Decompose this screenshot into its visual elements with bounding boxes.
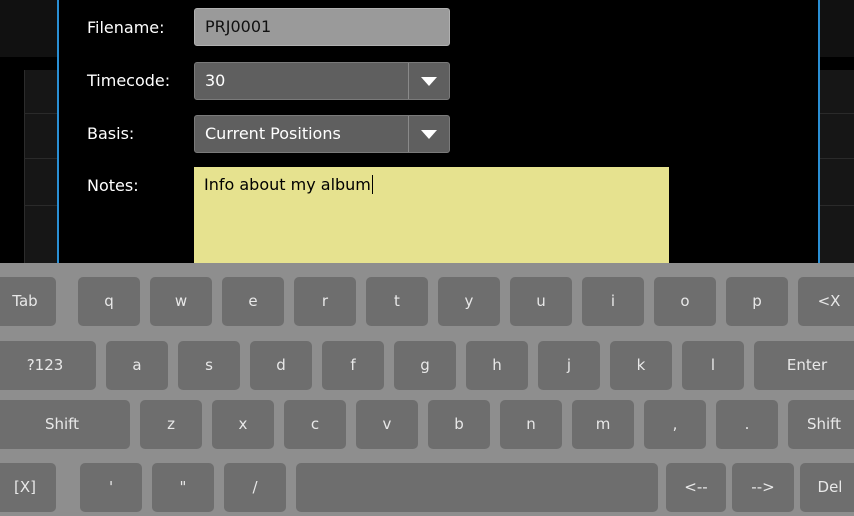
filename-value: PRJ0001 <box>205 17 272 36</box>
key-x[interactable]: x <box>212 400 274 449</box>
background-divider <box>24 205 57 206</box>
key-cursor-right[interactable]: --> <box>732 463 794 512</box>
key-shift-right[interactable]: Shift <box>788 400 854 449</box>
background-divider <box>820 158 854 159</box>
background-panel <box>820 70 854 263</box>
key-p[interactable]: p <box>726 277 788 326</box>
select-divider <box>408 63 409 99</box>
key-comma[interactable]: , <box>644 400 706 449</box>
key-s[interactable]: s <box>178 341 240 390</box>
key-b[interactable]: b <box>428 400 490 449</box>
key-n[interactable]: n <box>500 400 562 449</box>
key-u[interactable]: u <box>510 277 572 326</box>
background-panel <box>820 0 854 57</box>
key-numbers[interactable]: ?123 <box>0 341 96 390</box>
key-z[interactable]: z <box>140 400 202 449</box>
key-a[interactable]: a <box>106 341 168 390</box>
notes-textarea[interactable]: Info about my album <box>194 167 669 263</box>
background-divider <box>820 205 854 206</box>
dialog-right-border <box>818 0 820 263</box>
key-g[interactable]: g <box>394 341 456 390</box>
key-f[interactable]: f <box>322 341 384 390</box>
basis-label: Basis: <box>87 124 135 143</box>
key-slash[interactable]: / <box>224 463 286 512</box>
filename-label: Filename: <box>87 18 165 37</box>
key-c[interactable]: c <box>284 400 346 449</box>
timecode-select[interactable]: 30 <box>194 62 450 100</box>
on-screen-keyboard: Tab q w e r t y u i o p <X ?123 a s d f … <box>0 263 854 516</box>
project-form-panel: Filename: PRJ0001 Timecode: 30 Basis: Cu… <box>0 0 854 263</box>
timecode-value: 30 <box>205 71 226 90</box>
text-caret <box>371 175 373 194</box>
filename-field[interactable]: PRJ0001 <box>194 8 450 46</box>
select-divider <box>408 116 409 152</box>
key-d[interactable]: d <box>250 341 312 390</box>
chevron-down-icon[interactable] <box>421 77 437 86</box>
chevron-down-icon[interactable] <box>421 130 437 139</box>
key-apostrophe[interactable]: ' <box>80 463 142 512</box>
key-quote[interactable]: " <box>152 463 214 512</box>
key-e[interactable]: e <box>222 277 284 326</box>
key-tab[interactable]: Tab <box>0 277 56 326</box>
key-j[interactable]: j <box>538 341 600 390</box>
key-period[interactable]: . <box>716 400 778 449</box>
background-divider <box>24 113 57 114</box>
key-r[interactable]: r <box>294 277 356 326</box>
notes-value: Info about my album <box>204 175 371 194</box>
background-panel <box>0 0 57 57</box>
background-divider <box>24 158 57 159</box>
dialog-left-border <box>57 0 59 263</box>
notes-label: Notes: <box>87 176 139 195</box>
key-space[interactable] <box>296 463 658 512</box>
key-q[interactable]: q <box>78 277 140 326</box>
key-t[interactable]: t <box>366 277 428 326</box>
timecode-label: Timecode: <box>87 71 171 90</box>
key-w[interactable]: w <box>150 277 212 326</box>
key-i[interactable]: i <box>582 277 644 326</box>
key-l[interactable]: l <box>682 341 744 390</box>
key-m[interactable]: m <box>572 400 634 449</box>
background-panel <box>24 70 58 263</box>
background-divider <box>820 113 854 114</box>
key-shift-left[interactable]: Shift <box>0 400 130 449</box>
basis-value: Current Positions <box>205 124 341 143</box>
key-o[interactable]: o <box>654 277 716 326</box>
key-y[interactable]: y <box>438 277 500 326</box>
basis-select[interactable]: Current Positions <box>194 115 450 153</box>
key-k[interactable]: k <box>610 341 672 390</box>
key-v[interactable]: v <box>356 400 418 449</box>
key-enter[interactable]: Enter <box>754 341 854 390</box>
key-backspace[interactable]: <X <box>798 277 854 326</box>
key-close-keyboard[interactable]: [X] <box>0 463 56 512</box>
key-cursor-left[interactable]: <-- <box>666 463 726 512</box>
key-h[interactable]: h <box>466 341 528 390</box>
key-delete[interactable]: Del <box>800 463 854 512</box>
